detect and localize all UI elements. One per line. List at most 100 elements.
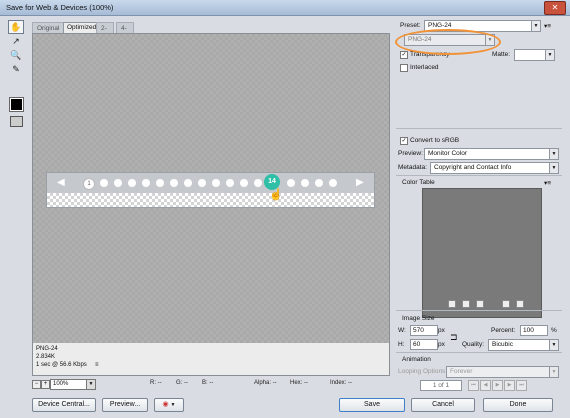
slider-image-preview: ◀ ▶ 1 14 ☝ [46, 172, 375, 208]
browser-icon: ◉ [162, 401, 169, 408]
metadata-value: Copyright and Contact Info [434, 164, 512, 171]
slice-select-tool-icon[interactable]: ↗ [8, 34, 24, 48]
looping-select[interactable]: Forever ▼ [446, 366, 559, 378]
chevron-down-icon: ▼ [170, 402, 176, 408]
chevron-down-icon: ▼ [549, 149, 558, 159]
dot [170, 179, 178, 187]
interlaced-checkbox[interactable] [400, 64, 408, 72]
metadata-label: Metadata: [398, 164, 427, 171]
dot [156, 179, 164, 187]
readout-alpha: Alpha: -- [254, 380, 277, 386]
toggle-slices-icon[interactable] [10, 116, 23, 127]
dot [254, 179, 262, 187]
zoom-in-button[interactable]: + [41, 380, 50, 389]
chevron-down-icon: ▼ [531, 21, 540, 31]
cancel-button[interactable]: Cancel [411, 398, 475, 412]
next-arrow-icon: ▶ [356, 177, 364, 188]
dot [212, 179, 220, 187]
dot [128, 179, 136, 187]
save-for-web-dialog: Save for Web & Devices (100%) ✕ ✋ ↗ 🔍 ✎ … [0, 0, 570, 418]
tool-palette: ✋ ↗ 🔍 ✎ [6, 20, 26, 127]
width-unit: px [438, 327, 445, 334]
animation-label: Animation [402, 356, 431, 363]
looping-value: Forever [450, 368, 473, 375]
divider [396, 175, 562, 176]
transparency-checkbox[interactable]: ✓ [400, 51, 408, 59]
preview-button[interactable]: Preview... [102, 398, 148, 412]
dot [315, 179, 323, 187]
lock-color-icon[interactable] [462, 300, 470, 308]
width-field[interactable]: 570 [410, 325, 438, 336]
link-constrain-icon[interactable]: ⊐ [450, 332, 458, 343]
percent-field[interactable]: 100 [520, 325, 548, 336]
eyedropper-color-swatch[interactable] [9, 97, 24, 112]
browser-preview-button[interactable]: ◉ ▼ [154, 398, 184, 412]
preview-value: Monitor Color [428, 150, 468, 157]
readout-b: B: -- [202, 380, 214, 386]
width-label: W: [398, 327, 406, 334]
preview-canvas[interactable]: ◀ ▶ 1 14 ☝ [32, 33, 390, 344]
chevron-down-icon: ▼ [549, 163, 558, 173]
format-highlight-oval [395, 29, 501, 55]
first-frame-icon[interactable]: ⏮ [468, 380, 479, 391]
readout-g: G: -- [176, 380, 188, 386]
dot [100, 179, 108, 187]
divider [396, 310, 562, 311]
zoom-tool-icon[interactable]: 🔍 [8, 48, 24, 62]
map-color-icon[interactable] [448, 300, 456, 308]
done-button[interactable]: Done [483, 398, 553, 412]
speed-menu-icon[interactable]: ≡ [95, 362, 99, 368]
chevron-down-icon: ▼ [86, 380, 95, 389]
height-field[interactable]: 60 [410, 339, 438, 350]
web-shift-icon[interactable] [476, 300, 484, 308]
next-frame-icon[interactable]: ▶ [504, 380, 515, 391]
device-central-button[interactable]: Device Central... [32, 398, 96, 412]
panel-menu-icon[interactable]: ▾≡ [544, 22, 551, 30]
preview-select[interactable]: Monitor Color ▼ [424, 148, 559, 160]
info-format: PNG-24 [36, 346, 58, 352]
image-size-label: Image Size [402, 315, 435, 322]
matte-select[interactable]: ▼ [514, 49, 555, 61]
color-table[interactable] [422, 188, 542, 318]
preview-label: Preview: [398, 150, 423, 157]
play-icon[interactable]: ▶ [492, 380, 503, 391]
trash-icon[interactable] [516, 300, 524, 308]
close-button[interactable]: ✕ [544, 1, 566, 15]
window-title: Save for Web & Devices (100%) [6, 3, 114, 12]
prev-frame-icon[interactable]: ◀ [480, 380, 491, 391]
readout-r: R: -- [150, 380, 162, 386]
quality-select[interactable]: Bicubic ▼ [488, 339, 559, 351]
readout-index: Index: -- [330, 380, 353, 386]
convert-srgb-checkbox[interactable]: ✓ [400, 137, 408, 145]
zoom-select[interactable]: 100% ▼ [50, 379, 96, 390]
looping-label: Looping Options: [398, 368, 448, 375]
last-frame-icon[interactable]: ⏭ [516, 380, 527, 391]
dot [114, 179, 122, 187]
save-button[interactable]: Save [339, 398, 405, 412]
divider [396, 128, 562, 129]
dot [198, 179, 206, 187]
zoom-out-button[interactable]: − [32, 380, 41, 389]
prev-arrow-icon: ◀ [57, 177, 65, 188]
color-table-label: Color Table [402, 179, 435, 186]
dot [301, 179, 309, 187]
dot-labeled: 1 [83, 178, 95, 190]
dot [226, 179, 234, 187]
readout-hex: Hex: -- [290, 380, 308, 386]
dot [142, 179, 150, 187]
metadata-select[interactable]: Copyright and Contact Info ▼ [430, 162, 559, 174]
hand-cursor-icon: ☝ [269, 189, 283, 201]
quality-value: Bicubic [492, 341, 513, 348]
hand-tool-icon[interactable]: ✋ [8, 20, 24, 34]
quality-label: Quality: [462, 341, 485, 348]
status-bar: − + 100% ▼ R: -- G: -- B: -- Alpha: -- H… [32, 379, 388, 391]
zoom-value: 100% [53, 381, 69, 387]
new-color-icon[interactable] [502, 300, 510, 308]
percent-unit: % [551, 327, 557, 334]
eyedropper-tool-icon[interactable]: ✎ [8, 62, 24, 76]
interlaced-label: Interlaced [410, 64, 439, 71]
chevron-down-icon: ▼ [549, 340, 558, 350]
color-table-menu-icon[interactable]: ▾≡ [544, 179, 551, 187]
chevron-down-icon: ▼ [545, 50, 554, 60]
title-bar: Save for Web & Devices (100%) ✕ [0, 0, 570, 16]
